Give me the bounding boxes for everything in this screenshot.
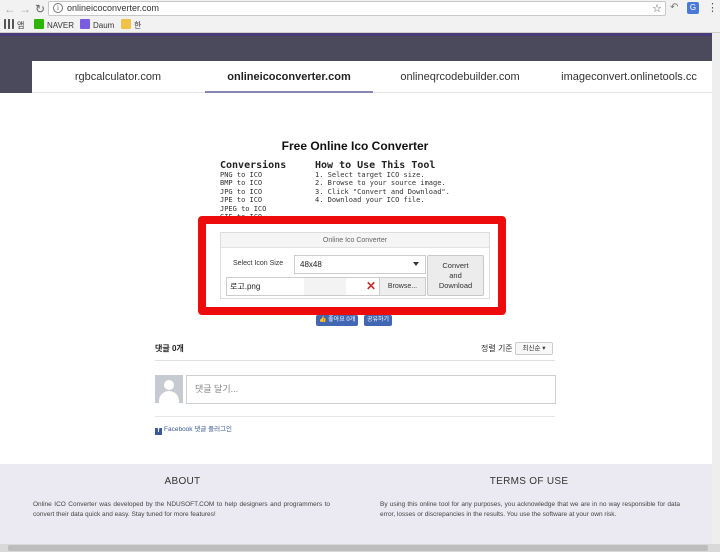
share-button[interactable]: 공유하기 [364, 315, 393, 326]
facebook-icon: f [155, 428, 162, 435]
list-item: 2. Browse to your source image. [315, 179, 446, 188]
list-item: JPEG to ICO [220, 204, 267, 213]
page-title: Free Online Ico Converter [281, 139, 429, 153]
comment-count: 댓글 0개 [155, 344, 184, 353]
reload-icon[interactable]: ↻ [34, 2, 46, 16]
facebook-plugin-link[interactable]: f Facebook 댓글 플러그인 [155, 423, 232, 435]
folder-bookmark[interactable]: 한 [121, 19, 141, 31]
conversions-heading: Conversions [220, 160, 287, 171]
scrollbar-thumb[interactable] [8, 545, 708, 551]
site-header [0, 33, 720, 61]
about-title: ABOUT [164, 476, 201, 487]
sort-select[interactable]: 최신순 ▾ [515, 342, 553, 355]
menu-icon[interactable]: ⋮ [707, 1, 718, 14]
list-item: BMP to ICO [220, 179, 263, 188]
tab-onlineqrcodebuilder[interactable]: onlineqrcodebuilder.com [374, 61, 546, 93]
info-icon[interactable]: i [53, 3, 63, 13]
howto-heading: How to Use This Tool [315, 160, 436, 171]
conversions-list: PNG to ICO BMP to ICO JPG to ICO JPE to … [220, 171, 266, 221]
avatar-body [159, 391, 179, 405]
divider [155, 360, 555, 361]
howto-list: 1. Select target ICO size. 2. Browse to … [315, 171, 450, 205]
comment-input[interactable]: 댓글 달기... [186, 375, 556, 404]
list-item: JPG to ICO [220, 187, 263, 196]
list-item: JPE to ICO [220, 196, 263, 205]
daum-bookmark[interactable]: Daum [80, 19, 114, 31]
extension-icon[interactable]: ↶ [670, 2, 678, 13]
back-icon[interactable]: ← [4, 2, 16, 16]
thumbs-up-icon: 👍 [319, 317, 327, 323]
apps-icon [4, 19, 14, 29]
url-text: onlineicoconverter.com [67, 3, 160, 13]
divider [155, 416, 555, 417]
list-item: 4. Download your ICO file. [315, 196, 425, 205]
address-bar[interactable]: onlineicoconverter.com [48, 1, 666, 16]
tab-imageconvert[interactable]: imageconvert.onlinetools.cc [546, 61, 712, 93]
naver-icon [34, 19, 44, 29]
folder-icon [121, 19, 131, 29]
naver-bookmark[interactable]: NAVER [34, 19, 74, 31]
highlight-box [198, 216, 506, 315]
list-item: 1. Select target ICO size. [315, 171, 425, 179]
vertical-scrollbar[interactable] [712, 33, 720, 544]
star-icon[interactable]: ☆ [652, 2, 662, 15]
avatar-head [164, 380, 174, 390]
header-side-left [0, 61, 32, 93]
terms-text: By using this online tool for any purpos… [380, 501, 680, 518]
forward-icon[interactable]: → [19, 2, 31, 16]
tab-rgbcalculator[interactable]: rgbcalculator.com [32, 61, 204, 93]
like-button[interactable]: 👍 좋아요 0개 [316, 315, 359, 326]
daum-icon [80, 19, 90, 29]
sort-label: 정렬 기준 [481, 344, 513, 353]
list-item: PNG to ICO [220, 171, 263, 179]
translate-icon[interactable]: G [687, 2, 699, 14]
terms-title: TERMS OF USE [489, 476, 569, 487]
header-stripe [0, 33, 720, 36]
about-text: Online ICO Converter was developed by th… [33, 501, 330, 518]
tab-onlineicoconverter[interactable]: onlineicoconverter.com [205, 61, 373, 93]
apps-bookmark[interactable]: 앱 [4, 19, 24, 31]
list-item: 3. Click "Convert and Download". [315, 187, 450, 196]
